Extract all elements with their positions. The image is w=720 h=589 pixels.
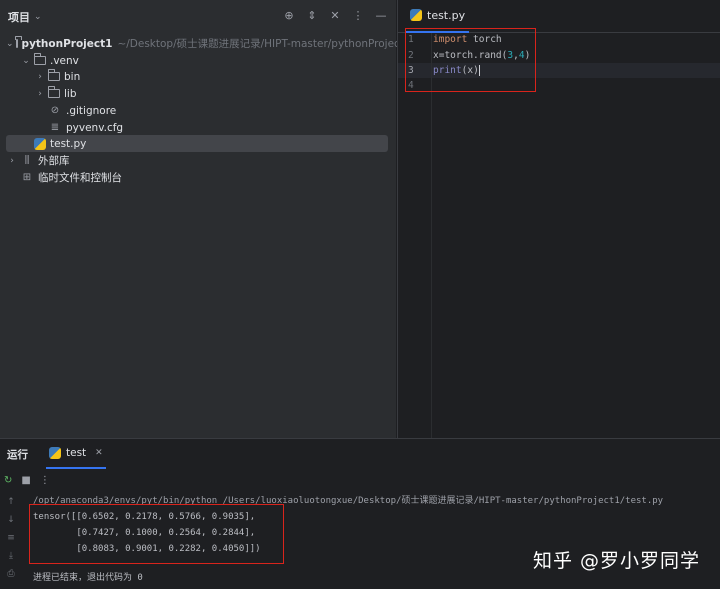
tree-item-lib[interactable]: › lib bbox=[6, 85, 388, 102]
tree-item-label: 外部库 bbox=[38, 155, 70, 167]
tab-label: test.py bbox=[427, 8, 466, 22]
stop-icon[interactable]: ■ bbox=[21, 475, 30, 486]
tree-item-label: pythonProject1 bbox=[21, 37, 113, 50]
console-exit-line: 进程已结束，退出代码为 0 bbox=[33, 573, 143, 583]
ignored-file-icon: ⊘ bbox=[50, 105, 60, 116]
run-panel-title[interactable]: 运行 bbox=[7, 447, 28, 462]
project-panel: 项目 ⌄ ⊕ ⇕ ✕ ⋮ — ⌄ pythonProject1 ~/Deskto… bbox=[0, 0, 411, 438]
run-toolbar: ↻ ■ ⋮ bbox=[0, 469, 720, 491]
soft-wrap-icon[interactable]: ≡ bbox=[0, 533, 22, 551]
expand-collapse-icon[interactable]: ⇕ bbox=[305, 9, 319, 22]
chevron-right-icon[interactable]: › bbox=[34, 72, 46, 82]
tree-item-venv[interactable]: ⌄ .venv bbox=[6, 52, 388, 69]
tree-item-label: lib bbox=[64, 87, 77, 100]
project-panel-toolbar: ⊕ ⇕ ✕ ⋮ — bbox=[282, 9, 388, 22]
scratches-icon: ⊞ bbox=[22, 172, 32, 183]
print-icon[interactable]: ⎙ bbox=[0, 569, 22, 587]
more-options-icon[interactable]: ⋮ bbox=[40, 475, 50, 486]
console-side-toolbar: ↑ ↓ ≡ ⤓ ⎙ bbox=[0, 497, 22, 587]
close-icon[interactable]: ✕ bbox=[95, 448, 103, 458]
chevron-right-icon[interactable]: › bbox=[34, 89, 46, 99]
tree-item-label: bin bbox=[64, 70, 81, 83]
minimize-icon[interactable]: — bbox=[374, 9, 388, 22]
code-highlight-box bbox=[405, 28, 536, 92]
tree-item-gitignore[interactable]: ⊘ .gitignore bbox=[6, 102, 388, 119]
code-editor[interactable]: test.py 1 2 3 4 import torch x=torch.ran… bbox=[397, 0, 720, 438]
tree-item-label: pyvenv.cfg bbox=[66, 121, 124, 134]
more-options-icon[interactable]: ⋮ bbox=[351, 9, 365, 22]
tree-item-label: .venv bbox=[50, 54, 79, 67]
tree-item-label: .gitignore bbox=[66, 104, 117, 117]
tree-item-scratches[interactable]: ⊞ 临时文件和控制台 bbox=[6, 169, 388, 186]
line-number-gutter bbox=[398, 33, 432, 438]
output-highlight-box bbox=[29, 504, 284, 564]
library-icon: ⫼ bbox=[24, 155, 30, 166]
chevron-down-icon[interactable]: ⌄ bbox=[20, 56, 32, 66]
python-file-icon bbox=[410, 9, 422, 21]
run-tab-test[interactable]: test ✕ bbox=[46, 439, 106, 469]
tree-item-pyvenv-cfg[interactable]: ≣ pyvenv.cfg bbox=[6, 119, 388, 136]
run-tab-label: test bbox=[66, 447, 87, 459]
folder-icon bbox=[47, 69, 60, 81]
tree-item-label: 临时文件和控制台 bbox=[38, 172, 122, 184]
folder-icon bbox=[15, 36, 23, 48]
collapse-all-icon[interactable]: ✕ bbox=[328, 9, 342, 22]
project-path: ~/Desktop/硕士课题进展记录/HIPT-master/pythonPro… bbox=[117, 38, 411, 50]
tree-item-pythonproject1[interactable]: ⌄ pythonProject1 ~/Desktop/硕士课题进展记录/HIPT… bbox=[6, 35, 411, 52]
folder-icon bbox=[33, 53, 46, 65]
locate-icon[interactable]: ⊕ bbox=[282, 9, 296, 22]
python-file-icon bbox=[49, 447, 61, 459]
tree-item-test-py[interactable]: test.py bbox=[6, 135, 388, 152]
tree-item-bin[interactable]: › bin bbox=[6, 68, 388, 85]
run-panel: 运行 test ✕ ↻ ■ ⋮ ↑ ↓ ≡ ⤓ ⎙ /opt/anaconda3… bbox=[0, 438, 720, 589]
chevron-down-icon[interactable]: ⌄ bbox=[34, 12, 42, 22]
project-panel-title[interactable]: 项目 bbox=[8, 9, 30, 25]
rerun-icon[interactable]: ↻ bbox=[4, 475, 12, 486]
tree-item-external-libraries[interactable]: › ⫼ 外部库 bbox=[6, 152, 388, 169]
run-panel-header: 运行 test ✕ bbox=[0, 439, 720, 469]
tree-item-label: test.py bbox=[50, 137, 87, 150]
config-file-icon: ≣ bbox=[50, 122, 60, 133]
chevron-right-icon[interactable]: › bbox=[6, 156, 18, 166]
arrow-up-icon[interactable]: ↑ bbox=[0, 497, 22, 515]
chevron-down-icon[interactable]: ⌄ bbox=[6, 39, 14, 49]
folder-icon bbox=[47, 86, 60, 98]
scroll-to-end-icon[interactable]: ⤓ bbox=[0, 551, 22, 569]
python-file-icon bbox=[34, 137, 46, 150]
watermark: 知乎 @罗小罗同学 bbox=[532, 550, 700, 572]
arrow-down-icon[interactable]: ↓ bbox=[0, 515, 22, 533]
